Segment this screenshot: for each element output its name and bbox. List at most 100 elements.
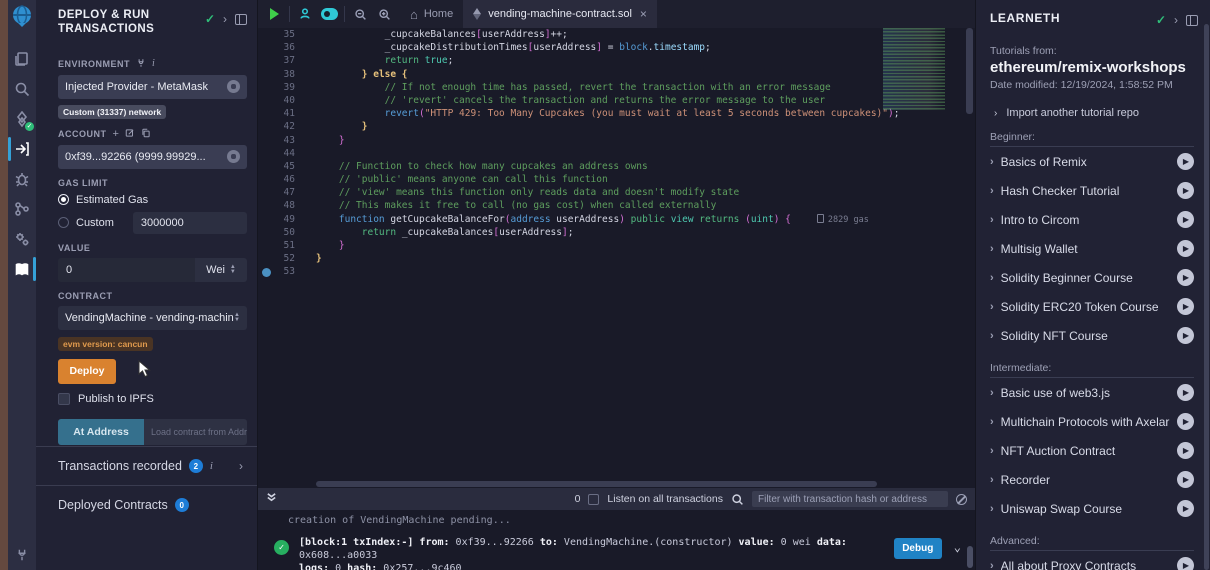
file-explorer-rail-item[interactable] [8, 44, 36, 74]
info-icon[interactable]: i [152, 58, 155, 69]
breakpoint-gutter[interactable] [258, 199, 278, 212]
remix-logo[interactable] [10, 4, 34, 28]
code-line-47[interactable]: 47 // 'view' means this function only re… [258, 186, 975, 199]
tutorial-item[interactable]: ›Basic use of web3.js▶ [990, 378, 1194, 407]
tutorial-play-icon[interactable]: ▶ [1177, 413, 1194, 430]
code-line-48[interactable]: 48 // This makes it free to call (no gas… [258, 199, 975, 212]
panel-pin-icon[interactable] [235, 14, 247, 25]
custom-gas-radio[interactable] [58, 217, 69, 228]
tutorial-item[interactable]: ›Multisig Wallet▶ [990, 234, 1194, 263]
tutorial-expand-icon[interactable]: › [990, 156, 994, 168]
tutorial-play-icon[interactable]: ▶ [1177, 269, 1194, 286]
account-copy-icon[interactable] [227, 150, 240, 163]
code-line-50[interactable]: 50 return _cupcakeBalances[userAddress]; [258, 226, 975, 239]
panel-chevron-icon[interactable]: › [223, 12, 227, 26]
solidity-compiler-rail-item[interactable]: ✓ [8, 104, 36, 134]
tutorial-expand-icon[interactable]: › [990, 560, 994, 570]
breakpoint-gutter[interactable] [258, 68, 278, 81]
zoom-out-icon[interactable] [348, 0, 372, 28]
breakpoint-gutter[interactable] [258, 81, 278, 94]
minimap[interactable] [883, 28, 959, 110]
breakpoint-gutter[interactable] [258, 239, 278, 252]
environment-copy-icon[interactable] [227, 80, 240, 93]
clear-console-icon[interactable] [956, 494, 967, 505]
terminal[interactable]: creation of VendingMachine pending... ✓ … [258, 510, 975, 570]
breakpoint-gutter[interactable] [258, 252, 278, 265]
tutorial-expand-icon[interactable]: › [990, 214, 994, 226]
code-line-43[interactable]: 43 } [258, 134, 975, 147]
tutorial-expand-icon[interactable]: › [990, 185, 994, 197]
sign-message-icon[interactable] [125, 128, 135, 140]
debugger-rail-item[interactable] [8, 164, 36, 194]
tutorial-expand-icon[interactable]: › [990, 272, 994, 284]
tutorial-item[interactable]: ›Recorder▶ [990, 465, 1194, 494]
plug-icon[interactable] [136, 58, 146, 70]
breakpoint-gutter[interactable] [258, 160, 278, 173]
code-line-39[interactable]: 39 // If not enough time has passed, rev… [258, 81, 975, 94]
listen-transactions-checkbox[interactable] [588, 494, 599, 505]
code-line-40[interactable]: 40 // 'revert' cancels the transaction a… [258, 94, 975, 107]
publish-ipfs-checkbox[interactable] [58, 393, 70, 405]
tutorial-play-icon[interactable]: ▶ [1177, 153, 1194, 170]
breakpoint-gutter[interactable] [258, 41, 278, 54]
breakpoint-gutter[interactable] [258, 265, 278, 278]
tutorial-play-icon[interactable]: ▶ [1177, 182, 1194, 199]
learneth-chevron-icon[interactable]: › [1174, 13, 1178, 27]
editor-horizontal-scrollbar[interactable] [258, 480, 975, 488]
breakpoint-gutter[interactable] [258, 173, 278, 186]
breakpoint-gutter[interactable] [258, 226, 278, 239]
value-input[interactable]: 0 [58, 258, 195, 282]
breakpoint-gutter[interactable] [258, 28, 278, 41]
account-select[interactable]: 0xf39...92266 (9999.99929... [58, 145, 247, 169]
breakpoint-gutter[interactable] [258, 107, 278, 120]
tutorial-play-icon[interactable]: ▶ [1177, 557, 1194, 570]
breakpoint-gutter[interactable] [258, 120, 278, 133]
code-line-36[interactable]: 36 _cupcakeDistributionTimes[userAddress… [258, 41, 975, 54]
code-line-35[interactable]: 35 _cupcakeBalances[userAddress]++; [258, 28, 975, 41]
deployed-contracts-row[interactable]: Deployed Contracts 0 [36, 485, 257, 570]
code-line-42[interactable]: 42 } [258, 120, 975, 133]
tutorial-item[interactable]: ›Multichain Protocols with Axelar▶ [990, 407, 1194, 436]
tutorial-item[interactable]: ›Basics of Remix▶ [990, 147, 1194, 176]
code-editor[interactable]: 35 _cupcakeBalances[userAddress]++;36 _c… [258, 28, 975, 480]
breakpoint-gutter[interactable] [258, 134, 278, 147]
transactions-chevron-icon[interactable]: › [239, 459, 243, 473]
tab-file[interactable]: vending-machine-contract.sol × [463, 0, 657, 28]
learneth-rail-item[interactable] [8, 254, 36, 284]
custom-gas-input[interactable]: 3000000 [133, 212, 247, 234]
breakpoint-gutter[interactable] [258, 186, 278, 199]
tutorial-play-icon[interactable]: ▶ [1177, 327, 1194, 344]
git-rail-item[interactable] [8, 194, 36, 224]
tutorial-expand-icon[interactable]: › [990, 387, 994, 399]
tutorial-item[interactable]: ›Solidity ERC20 Token Course▶ [990, 292, 1194, 321]
deploy-button[interactable]: Deploy [58, 359, 116, 384]
code-line-53[interactable]: 53 [258, 265, 975, 278]
tutorial-expand-icon[interactable]: › [990, 330, 994, 342]
tutorial-item[interactable]: ›Hash Checker Tutorial▶ [990, 176, 1194, 205]
terminal-filter-input[interactable]: Filter with transaction hash or address [752, 491, 948, 507]
add-account-icon[interactable]: + [113, 128, 120, 140]
tutorial-item[interactable]: ›Uniswap Swap Course▶ [990, 494, 1194, 523]
terminal-expand-icon[interactable] [266, 492, 277, 506]
code-line-38[interactable]: 38 } else { [258, 68, 975, 81]
copy-account-icon[interactable] [141, 128, 151, 140]
environment-select[interactable]: Injected Provider - MetaMask [58, 75, 247, 99]
terminal-scrollbar[interactable] [967, 546, 973, 568]
learneth-scrollbar[interactable] [1204, 24, 1209, 570]
code-line-37[interactable]: 37 return true; [258, 54, 975, 67]
tutorial-play-icon[interactable]: ▶ [1177, 240, 1194, 257]
search-rail-item[interactable] [8, 74, 36, 104]
breakpoint-gutter[interactable] [258, 94, 278, 107]
editor-vertical-scrollbar[interactable] [966, 28, 973, 114]
tutorial-expand-icon[interactable]: › [990, 416, 994, 428]
breakpoint-gutter[interactable] [258, 54, 278, 67]
tutorial-play-icon[interactable]: ▶ [1177, 211, 1194, 228]
contract-select[interactable]: VendingMachine - vending-machin ▲▼ [58, 306, 247, 330]
transaction-log-entry[interactable]: ✓ [block:1 txIndex:-] from: 0xf39...9226… [274, 536, 967, 570]
code-line-46[interactable]: 46 // 'public' means anyone can call thi… [258, 173, 975, 186]
code-line-51[interactable]: 51 } [258, 239, 975, 252]
tutorial-item[interactable]: ›Intro to Circom▶ [990, 205, 1194, 234]
value-unit-select[interactable]: Wei ▲▼ [195, 258, 247, 282]
tutorial-play-icon[interactable]: ▶ [1177, 298, 1194, 315]
breakpoint-gutter[interactable] [258, 147, 278, 160]
